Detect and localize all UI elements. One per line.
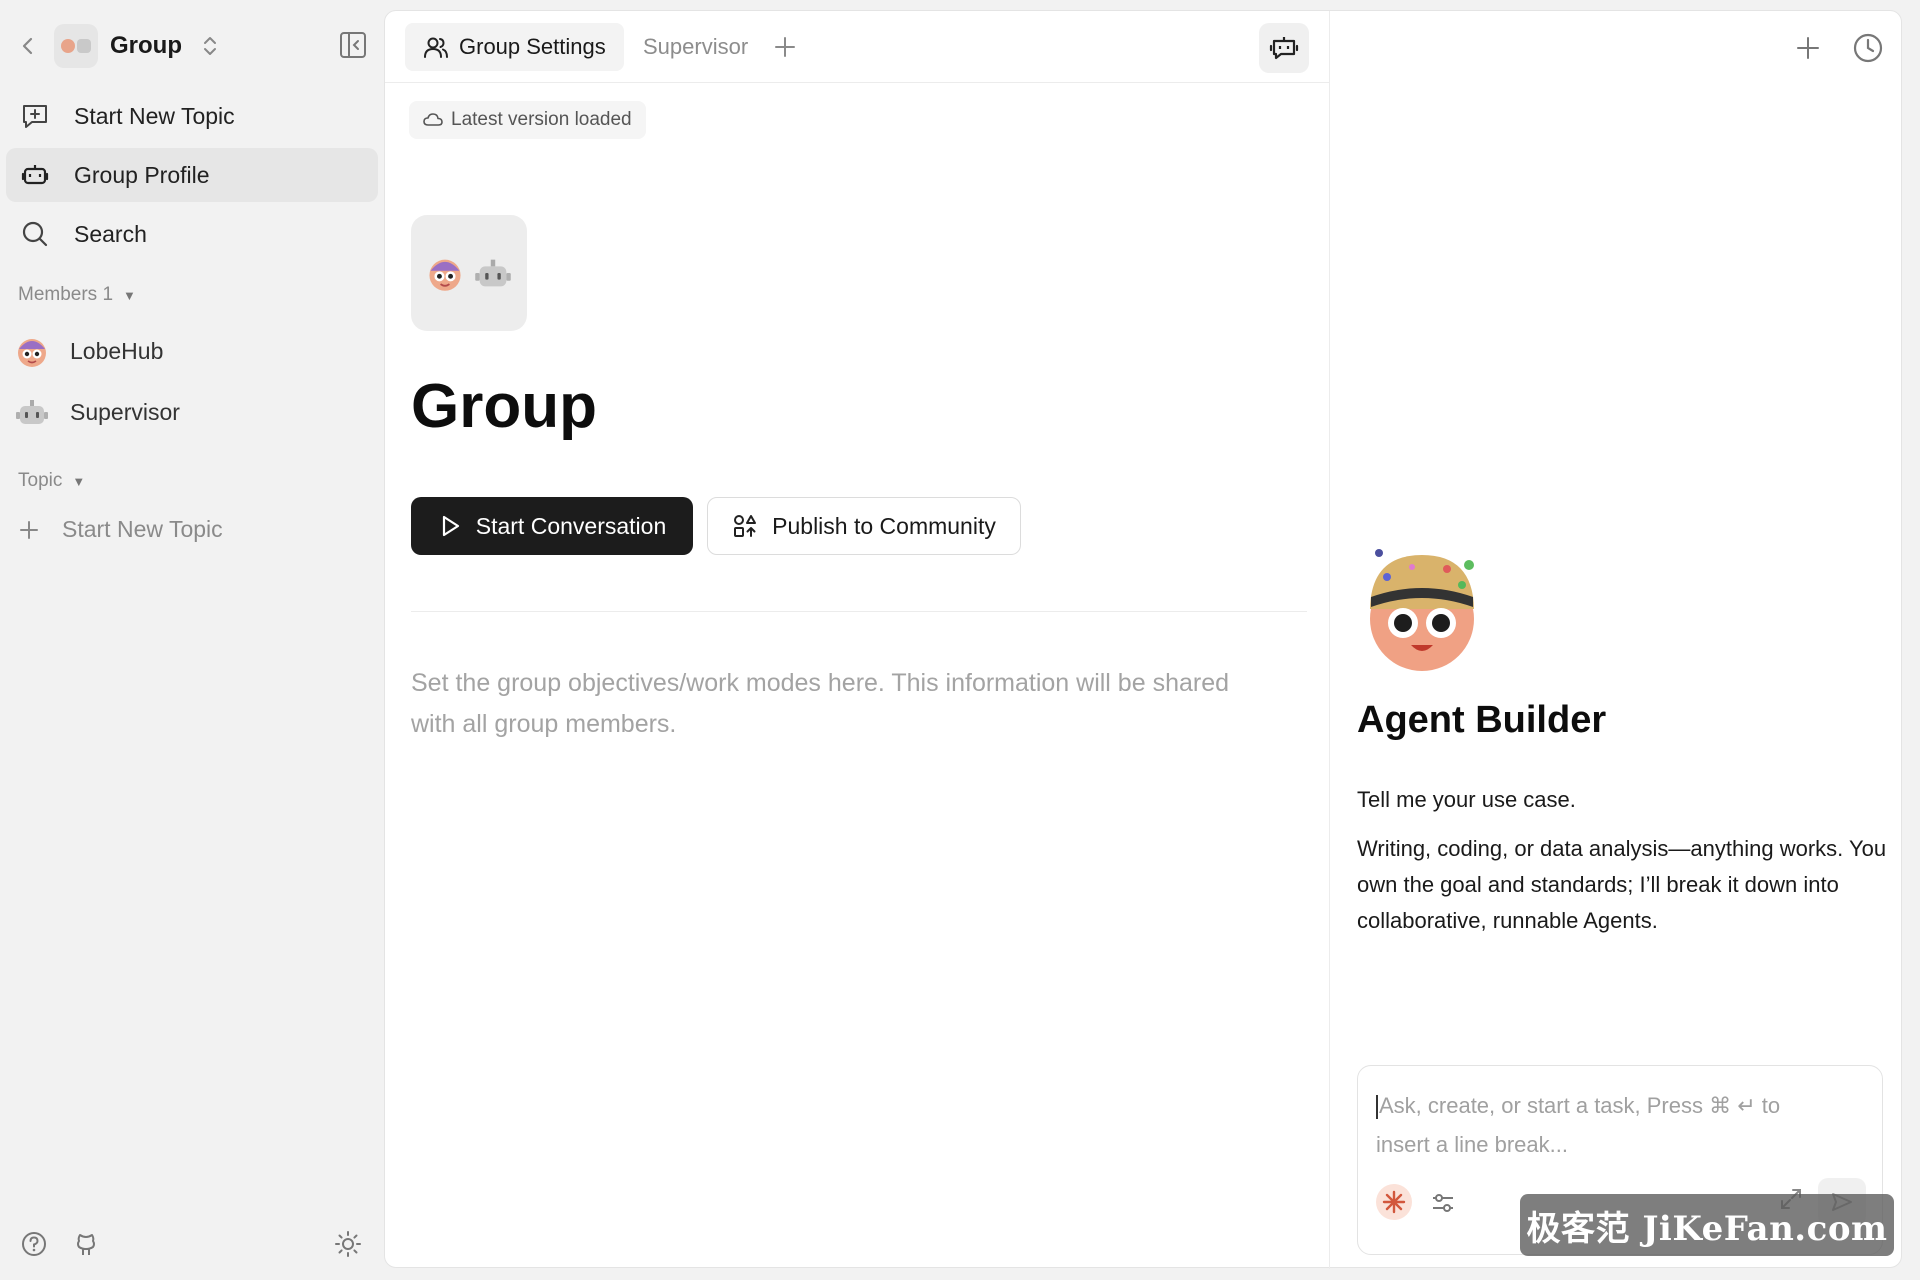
member-name: Supervisor — [70, 398, 180, 425]
shapes-icon — [734, 515, 757, 537]
tab-group-settings[interactable]: Group Settings — [405, 23, 624, 71]
sidebar: Group Start New Topic Group Profile Sear… — [0, 0, 384, 1280]
sidebar-item-label: Search — [74, 220, 147, 247]
topic-section-label: Topic — [18, 470, 63, 491]
sidebar-item-label: Group Profile — [74, 161, 210, 188]
theme-toggle-icon[interactable] — [334, 1230, 362, 1258]
github-icon[interactable] — [72, 1230, 100, 1258]
model-selector-icon[interactable] — [1376, 1184, 1412, 1220]
text-cursor — [1376, 1095, 1378, 1120]
group-name[interactable]: Group — [110, 32, 182, 60]
plus-icon — [20, 520, 38, 539]
lobehub-avatar — [429, 259, 461, 291]
add-tab-icon[interactable] — [773, 35, 797, 59]
tab-label: Group Settings — [459, 34, 606, 59]
play-icon — [442, 515, 459, 537]
new-topic-icon — [20, 101, 60, 131]
group-description-editor[interactable]: Set the group objectives/work modes here… — [411, 663, 1271, 745]
panel-divider — [1329, 11, 1330, 1269]
main-panel: Group Settings Supervisor Latest version… — [384, 10, 1902, 1269]
agent-builder-avatar — [1370, 549, 1474, 671]
sidebar-item-label: Start New Topic — [74, 102, 235, 129]
group-avatar-large[interactable] — [411, 215, 527, 331]
robot-avatar — [16, 400, 48, 424]
topic-start-new-label: Start New Topic — [62, 516, 223, 542]
topic-start-new-button[interactable]: Start New Topic — [18, 516, 223, 543]
robot-avatar — [475, 259, 511, 287]
switch-group-icon[interactable] — [202, 34, 218, 58]
watermark: 极客范 JiKeFan.com — [1520, 1194, 1894, 1256]
history-icon[interactable] — [1851, 31, 1885, 65]
agent-builder-description: Writing, coding, or data analysis—anythi… — [1357, 836, 1887, 933]
chat-input-placeholder: Ask, create, or start a task, Press ⌘ ↵ … — [1376, 1093, 1781, 1157]
sidebar-item-start-new-topic[interactable]: Start New Topic — [6, 89, 378, 143]
input-settings-icon[interactable] — [1430, 1190, 1456, 1216]
back-icon[interactable] — [14, 32, 42, 60]
topic-section-toggle[interactable]: Topic ▼ — [18, 470, 85, 492]
help-icon[interactable] — [20, 1230, 48, 1258]
agent-builder-toggle-button[interactable] — [1259, 23, 1309, 73]
caret-down-icon: ▼ — [72, 473, 86, 489]
group-avatar — [54, 24, 98, 68]
tab-label: Supervisor — [643, 34, 749, 59]
lobehub-avatar — [18, 339, 46, 367]
tab-supervisor[interactable]: Supervisor — [625, 23, 766, 71]
publish-to-community-button[interactable]: Publish to Community — [707, 497, 1021, 555]
bot-chat-icon — [1269, 37, 1299, 60]
users-icon — [424, 37, 448, 58]
page-title[interactable]: Group — [411, 371, 597, 442]
sidebar-item-group-profile[interactable]: Group Profile — [6, 148, 378, 202]
version-status-badge: Latest version loaded — [409, 101, 646, 139]
version-status-text: Latest version loaded — [451, 109, 632, 130]
agent-builder-intro: Tell me your use case. — [1357, 787, 1576, 812]
chat-input-field[interactable]: Ask, create, or start a task, Press ⌘ ↵ … — [1376, 1086, 1796, 1164]
start-conversation-button[interactable]: Start Conversation — [411, 497, 693, 555]
cloud-icon — [423, 113, 443, 126]
lobehub-mini-icon — [61, 39, 75, 53]
caret-down-icon: ▼ — [123, 287, 136, 303]
start-conversation-label: Start Conversation — [475, 512, 667, 539]
content-divider — [411, 611, 1307, 612]
member-name: LobeHub — [70, 337, 164, 364]
member-item-supervisor[interactable]: Supervisor — [14, 387, 180, 437]
agent-builder-title: Agent Builder — [1357, 699, 1607, 741]
robot-mini-icon — [77, 39, 91, 53]
collapse-sidebar-icon[interactable] — [338, 30, 368, 60]
new-chat-icon[interactable] — [1795, 35, 1821, 61]
search-icon — [20, 219, 60, 249]
sidebar-footer — [20, 1230, 100, 1258]
publish-to-community-label: Publish to Community — [772, 512, 996, 539]
members-section-toggle[interactable]: Members 1 ▼ — [18, 284, 136, 306]
group-profile-icon — [20, 160, 60, 190]
tabs-bar: Group Settings Supervisor — [385, 11, 1329, 83]
members-section-label: Members 1 — [18, 284, 114, 305]
sidebar-item-search[interactable]: Search — [6, 207, 378, 261]
sidebar-header: Group — [14, 24, 368, 68]
member-item-lobehub[interactable]: LobeHub — [14, 326, 163, 376]
